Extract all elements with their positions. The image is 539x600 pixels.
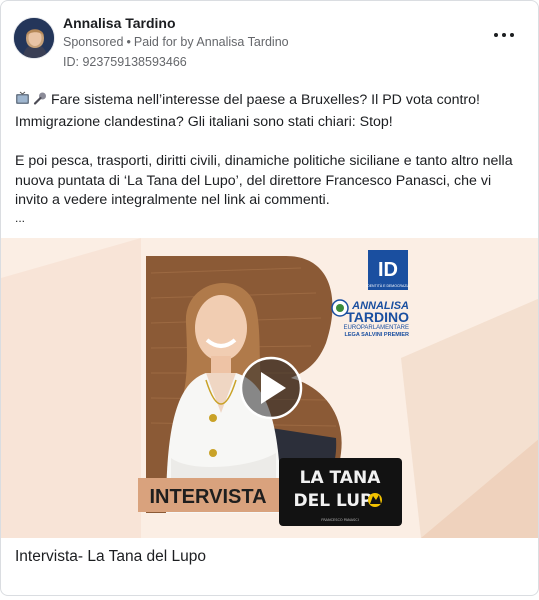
- candidate-last-name: TARDINO: [346, 309, 409, 325]
- show-title-line-1: LA TANA: [300, 468, 382, 488]
- post-text: Fare sistema nell’interesse del paese a …: [15, 91, 525, 225]
- show-subtitle: FRANCESCO PANASCI: [321, 518, 359, 522]
- post-line-2: Immigrazione clandestina? Gli italiani s…: [15, 113, 393, 130]
- more-options-icon[interactable]: [492, 27, 516, 43]
- paid-for-label: Paid for by: [133, 35, 194, 49]
- candidate-role: EUROPARLAMENTARE: [344, 325, 409, 331]
- sponsored-label: Sponsored: [63, 35, 124, 49]
- post-header: Annalisa Tardino Sponsored • Paid for by A…: [13, 13, 526, 73]
- party-logo-text: ID: [378, 259, 398, 281]
- media-caption[interactable]: Intervista- La Tana del Lupo: [15, 548, 206, 566]
- play-icon: [239, 356, 303, 420]
- separator-dot: •: [126, 35, 131, 49]
- party-logo-subtext: IDENTITÀ E DEMOCRAZIA: [366, 284, 410, 288]
- author-name[interactable]: Annalisa Tardino: [63, 15, 176, 31]
- show-title-line-2: DEL LUP: [294, 491, 373, 511]
- microphone-icon: [33, 91, 48, 113]
- avatar[interactable]: [13, 17, 55, 59]
- post-paragraph-2: E poi pesca, trasporti, diritti civili, …: [15, 153, 513, 208]
- video-thumbnail[interactable]: ID IDENTITÀ E DEMOCRAZIA ANNALISA TARDIN…: [1, 238, 538, 538]
- post-line-1: Fare sistema nell’interesse del paese a …: [51, 92, 480, 108]
- payer-name[interactable]: Annalisa Tardino: [196, 35, 288, 49]
- sponsored-line: Sponsored • Paid for by Annalisa Tardino: [63, 35, 289, 49]
- interview-label: INTERVISTA: [149, 486, 266, 508]
- ad-id: ID: 923759138593466: [63, 55, 187, 69]
- wolf-moon-icon: [368, 493, 382, 507]
- candidate-party: LEGA SALVINI PREMIER: [345, 332, 410, 338]
- ad-card: Annalisa Tardino Sponsored • Paid for by A…: [0, 0, 539, 596]
- post-paragraph-1: Fare sistema nell’interesse del paese a …: [15, 91, 525, 132]
- post-ellipsis[interactable]: ...: [15, 211, 525, 225]
- tv-icon: [15, 91, 30, 113]
